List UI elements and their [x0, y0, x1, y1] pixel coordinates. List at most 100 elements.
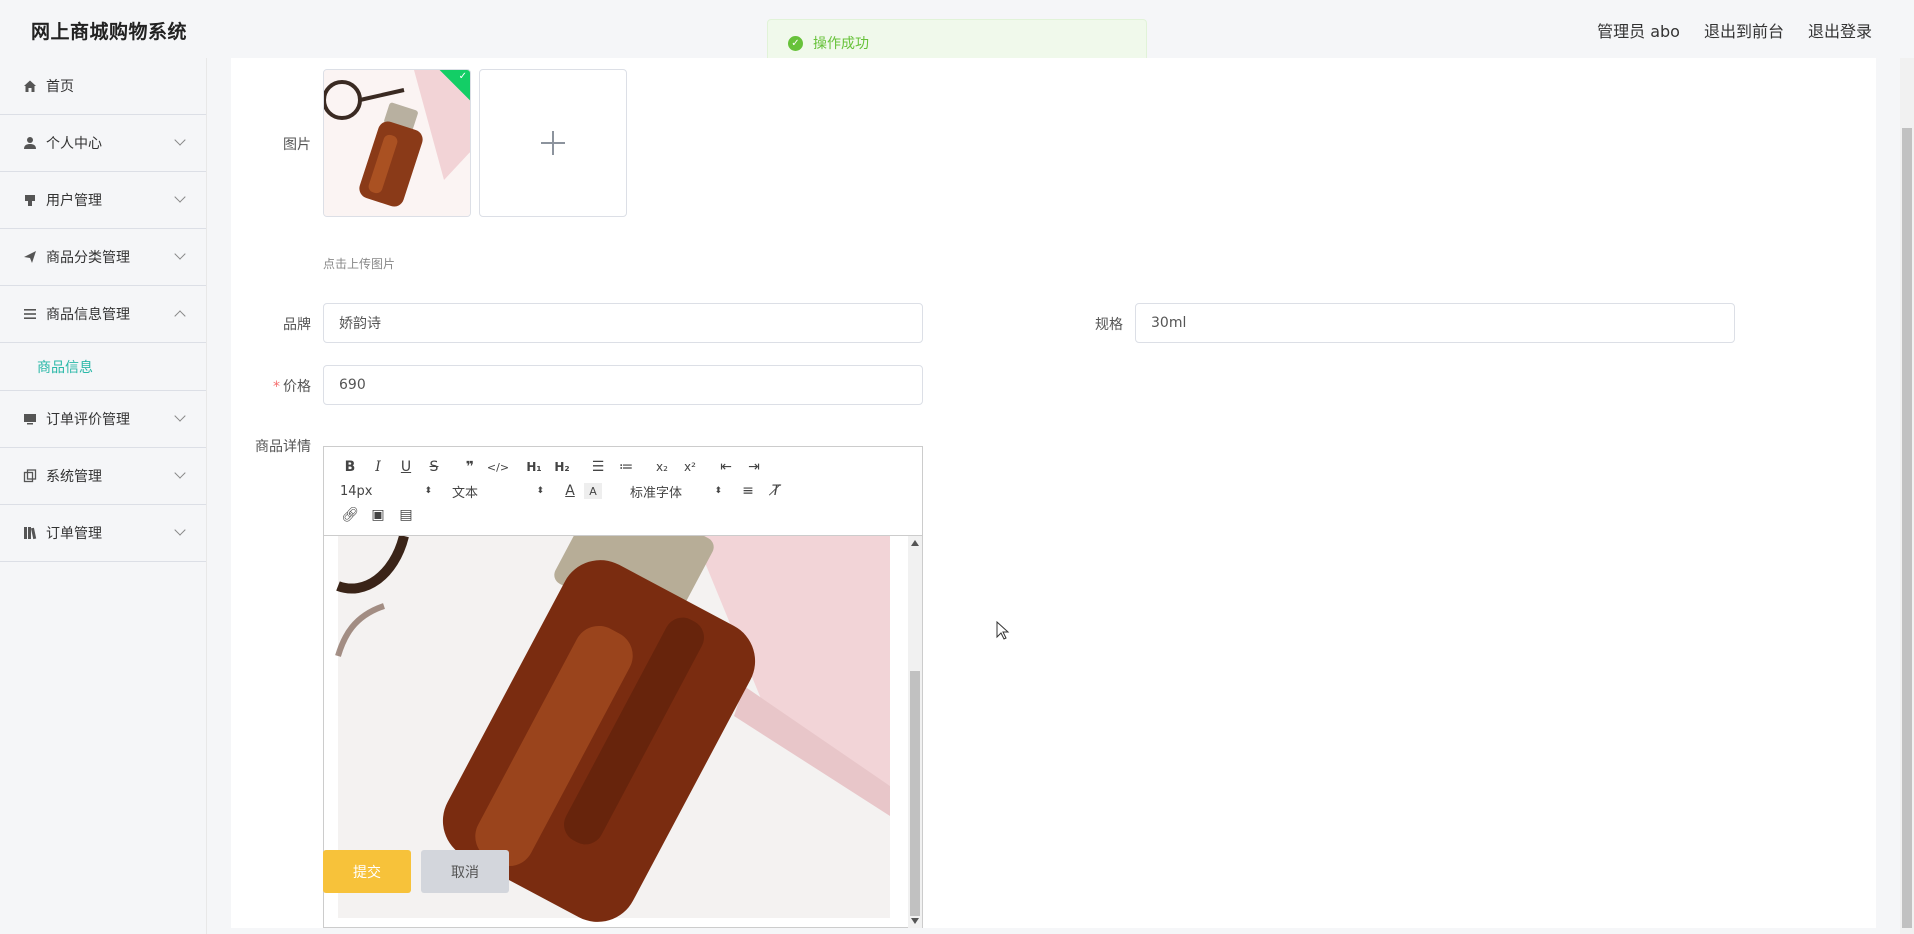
strike-icon[interactable]: S — [420, 455, 448, 479]
font-family-select[interactable]: 标准字体 ⬍ — [626, 482, 726, 501]
send-icon — [22, 249, 38, 265]
cancel-button[interactable]: 取消 — [421, 850, 509, 893]
editor-toolbar: B I U S ❞ </> H₁ H₂ ☰ ≔ x₂ x² ⇤ ⇥ 14px ⬍… — [324, 447, 922, 536]
upload-image-button[interactable] — [479, 69, 627, 217]
product-detail-photo-icon — [335, 536, 890, 922]
sidebar-item-profile[interactable]: 个人中心 — [0, 115, 206, 172]
ordered-list-icon[interactable]: ☰ — [584, 455, 612, 479]
required-mark: * — [273, 379, 280, 395]
indent-icon[interactable]: ⇥ — [740, 455, 768, 479]
bold-icon[interactable]: B — [336, 455, 364, 479]
image-label: 图片 — [283, 137, 311, 153]
chevron-down-icon — [174, 524, 186, 536]
background-color-icon[interactable]: A — [584, 483, 602, 499]
chevron-down-icon — [174, 191, 186, 203]
align-icon[interactable]: ≡ — [734, 479, 762, 503]
font-family-value: 标准字体 — [630, 485, 683, 501]
sidebar-item-label: 商品信息管理 — [46, 307, 130, 323]
h1-icon[interactable]: H₁ — [520, 455, 548, 479]
logout-link[interactable]: 退出登录 — [1808, 18, 1872, 42]
link-icon[interactable]: 🔗︎ — [336, 503, 364, 527]
header-select-value: 文本 — [452, 485, 479, 501]
check-icon: ✓ — [458, 71, 467, 82]
subscript-icon[interactable]: x₂ — [648, 455, 676, 479]
sidebar-subitem-goods-info[interactable]: 商品信息 — [0, 343, 206, 391]
brand-label: 品牌 — [283, 317, 311, 333]
video-icon[interactable]: ▤ — [392, 503, 420, 527]
editor-scrollbar[interactable] — [908, 536, 922, 928]
font-size-select[interactable]: 14px ⬍ — [336, 484, 436, 499]
chevron-down-icon — [174, 134, 186, 146]
underline-icon[interactable]: U — [392, 455, 420, 479]
sidebar-item-users[interactable]: 用户管理 — [0, 172, 206, 229]
page-scroll-thumb[interactable] — [1902, 128, 1912, 928]
monitor-icon — [22, 411, 38, 427]
clear-format-icon[interactable]: T̸ — [762, 479, 790, 503]
mouse-cursor-icon — [996, 620, 1010, 645]
select-arrows-icon: ⬍ — [714, 486, 722, 496]
to-front-link[interactable]: 退出到前台 — [1704, 18, 1784, 42]
code-icon[interactable]: </> — [484, 455, 512, 479]
sidebar: 首页 个人中心 用户管理 商品分类管理 商品信息管理 商品信息 订单评价管理 系… — [0, 58, 207, 934]
quote-icon[interactable]: ❞ — [456, 455, 484, 479]
chevron-down-icon — [174, 248, 186, 260]
book-icon — [22, 525, 38, 541]
price-label-text: 价格 — [283, 379, 311, 395]
sidebar-item-goods[interactable]: 商品信息管理 — [0, 286, 206, 343]
spec-input[interactable]: 30ml — [1135, 303, 1735, 343]
chevron-down-icon — [174, 467, 186, 479]
select-arrows-icon: ⬍ — [424, 486, 432, 496]
detail-label: 商品详情 — [255, 439, 311, 455]
header-select[interactable]: 文本 ⬍ — [448, 482, 548, 501]
sidebar-item-label: 订单管理 — [46, 526, 102, 542]
app-title: 网上商城购物系统 — [31, 21, 188, 43]
uploaded-image-thumb[interactable]: ✓ — [323, 69, 471, 217]
scroll-thumb[interactable] — [910, 671, 920, 916]
chevron-up-icon — [174, 310, 186, 322]
product-photo-icon — [324, 70, 470, 216]
rich-text-editor: B I U S ❞ </> H₁ H₂ ☰ ≔ x₂ x² ⇤ ⇥ 14px ⬍… — [323, 446, 923, 928]
scroll-down-icon[interactable] — [911, 918, 919, 924]
spec-label: 规格 — [1095, 317, 1123, 333]
outdent-icon[interactable]: ⇤ — [712, 455, 740, 479]
sidebar-item-orders[interactable]: 订单管理 — [0, 505, 206, 562]
scroll-up-icon[interactable] — [911, 540, 919, 546]
plus-icon-vertical — [552, 131, 554, 155]
submit-button[interactable]: 提交 — [323, 850, 411, 893]
select-arrows-icon: ⬍ — [536, 486, 544, 496]
image-icon[interactable]: ▣ — [364, 503, 392, 527]
user-manage-icon — [22, 192, 38, 208]
editor-content[interactable] — [324, 536, 922, 928]
user-icon — [22, 135, 38, 151]
sidebar-item-category[interactable]: 商品分类管理 — [0, 229, 206, 286]
font-color-icon[interactable]: A — [556, 479, 584, 503]
sidebar-item-home[interactable]: 首页 — [0, 58, 206, 115]
sidebar-item-reviews[interactable]: 订单评价管理 — [0, 391, 206, 448]
sidebar-item-label: 系统管理 — [46, 469, 102, 485]
header-actions: 管理员 abo 退出到前台 退出登录 — [1597, 18, 1872, 42]
admin-label: 管理员 abo — [1597, 22, 1680, 41]
main-panel: 图片 ✓ 点击上传图片 品牌 娇韵诗 规格 30ml * 价格 690 商品详情 … — [231, 58, 1876, 928]
brand-input[interactable]: 娇韵诗 — [323, 303, 923, 343]
sidebar-item-label: 用户管理 — [46, 193, 102, 209]
toast-message: 操作成功 — [813, 36, 869, 52]
success-check-icon: ✓ — [788, 35, 803, 51]
sidebar-item-label: 个人中心 — [46, 136, 102, 152]
upload-tip: 点击上传图片 — [323, 257, 396, 271]
price-label: * 价格 — [231, 376, 311, 396]
price-input[interactable]: 690 — [323, 365, 923, 405]
list-icon — [22, 306, 38, 322]
sidebar-item-label: 商品分类管理 — [46, 250, 130, 266]
sidebar-item-label: 订单评价管理 — [46, 412, 130, 428]
bullet-list-icon[interactable]: ≔ — [612, 455, 640, 479]
font-size-value: 14px — [340, 483, 373, 499]
sidebar-item-system[interactable]: 系统管理 — [0, 448, 206, 505]
h2-icon[interactable]: H₂ — [548, 455, 576, 479]
superscript-icon[interactable]: x² — [676, 455, 704, 479]
page-scrollbar[interactable] — [1900, 58, 1914, 934]
home-icon — [22, 78, 38, 94]
copy-icon — [22, 468, 38, 484]
chevron-down-icon — [174, 410, 186, 422]
sidebar-item-label: 首页 — [46, 79, 74, 95]
italic-icon[interactable]: I — [364, 455, 392, 479]
